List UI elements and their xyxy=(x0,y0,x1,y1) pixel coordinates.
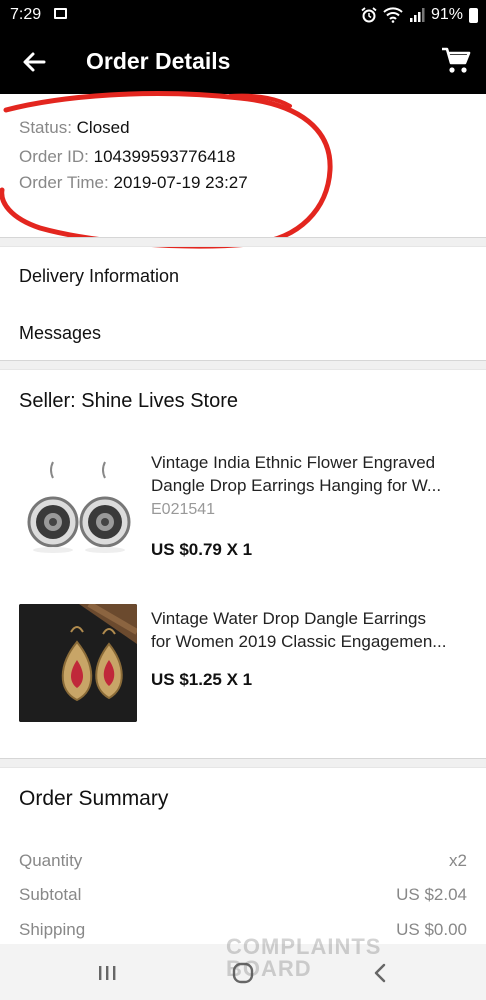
watermark-line2: BOARD xyxy=(226,956,312,981)
summary-row-quantity: Quantity x2 xyxy=(19,851,467,871)
alarm-icon xyxy=(361,7,377,23)
status-label: Status: xyxy=(19,118,72,137)
product-image-1[interactable] xyxy=(19,450,137,568)
summary-label: Quantity xyxy=(19,851,83,870)
app-bar: Order Details xyxy=(0,30,486,94)
product-price-1: US $0.79 X 1 xyxy=(151,540,253,559)
order-time: Order Time: 2019-07-19 23:27 xyxy=(19,173,248,193)
watermark-line1: COMPLAINTS xyxy=(226,934,382,959)
battery-percent: 91% xyxy=(430,6,463,23)
order-id-label: Order ID: xyxy=(19,147,89,166)
product-title-2[interactable]: Vintage Water Drop Dangle Earrings for W… xyxy=(151,607,469,653)
section-divider xyxy=(0,237,486,247)
battery-icon xyxy=(469,7,478,23)
wifi-icon xyxy=(383,7,403,23)
watermark-logo: COMPLAINTS BOARD xyxy=(226,936,446,986)
cart-icon[interactable] xyxy=(440,45,472,77)
product-price-2: US $1.25 X 1 xyxy=(151,670,253,689)
order-id: Order ID: 104399593776418 xyxy=(19,147,235,167)
summary-label: Shipping xyxy=(19,920,86,939)
order-summary-title: Order Summary xyxy=(19,787,169,810)
product-title-1-line2: Dangle Drop Earrings Hanging for W... xyxy=(151,476,442,495)
summary-value: US $2.04 xyxy=(396,885,467,904)
status-value: Closed xyxy=(76,118,130,137)
product-title-1[interactable]: Vintage India Ethnic Flower Engraved Dan… xyxy=(151,451,469,497)
summary-label: Subtotal xyxy=(19,885,82,904)
summary-row-subtotal: Subtotal US $2.04 xyxy=(19,885,467,905)
teardrop-earrings-image xyxy=(19,604,137,722)
product-image-2[interactable] xyxy=(19,604,137,722)
order-time-value: 2019-07-19 23:27 xyxy=(113,173,248,192)
section-divider xyxy=(0,360,486,370)
order-info-card: Status: Closed Order ID: 104399593776418… xyxy=(0,94,486,238)
signal-icon xyxy=(409,8,425,22)
seller-name[interactable]: Seller: Shine Lives Store xyxy=(19,390,238,413)
clock: 7:29 xyxy=(10,6,42,23)
product-title-2-line2: for Women 2019 Classic Engagemen... xyxy=(151,632,447,651)
image-notification-icon xyxy=(54,8,67,19)
messages-link[interactable]: Messages xyxy=(19,323,101,344)
order-time-label: Order Time: xyxy=(19,173,109,192)
recent-apps-icon[interactable] xyxy=(92,958,122,988)
section-divider xyxy=(0,758,486,768)
summary-value: x2 xyxy=(449,851,467,870)
arrow-left-icon[interactable] xyxy=(18,46,50,78)
product-title-2-line1: Vintage Water Drop Dangle Earrings xyxy=(151,609,426,628)
delivery-information-link[interactable]: Delivery Information xyxy=(19,266,179,287)
status-bar: 7:29 91% xyxy=(0,0,486,30)
order-status: Status: Closed xyxy=(19,118,130,138)
product-sku-1: E021541 xyxy=(151,501,216,518)
product-title-1-line1: Vintage India Ethnic Flower Engraved xyxy=(151,453,436,472)
order-id-value: 104399593776418 xyxy=(93,147,236,166)
flower-earrings-image xyxy=(27,461,131,553)
status-icons: 91% xyxy=(361,6,478,24)
page-title: Order Details xyxy=(86,48,231,74)
